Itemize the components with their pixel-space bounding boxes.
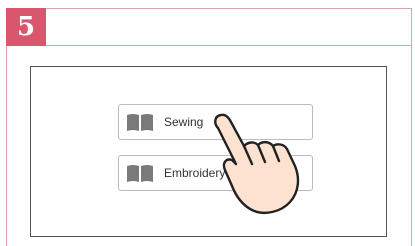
- book-icon: [127, 165, 153, 182]
- pointing-hand-icon: [214, 113, 300, 214]
- sewing-button-label: Sewing: [164, 115, 204, 129]
- step-number-badge: 5: [6, 8, 46, 46]
- instruction-panel: 5 Sewing Embroidery: [0, 0, 415, 246]
- book-icon: [127, 114, 153, 131]
